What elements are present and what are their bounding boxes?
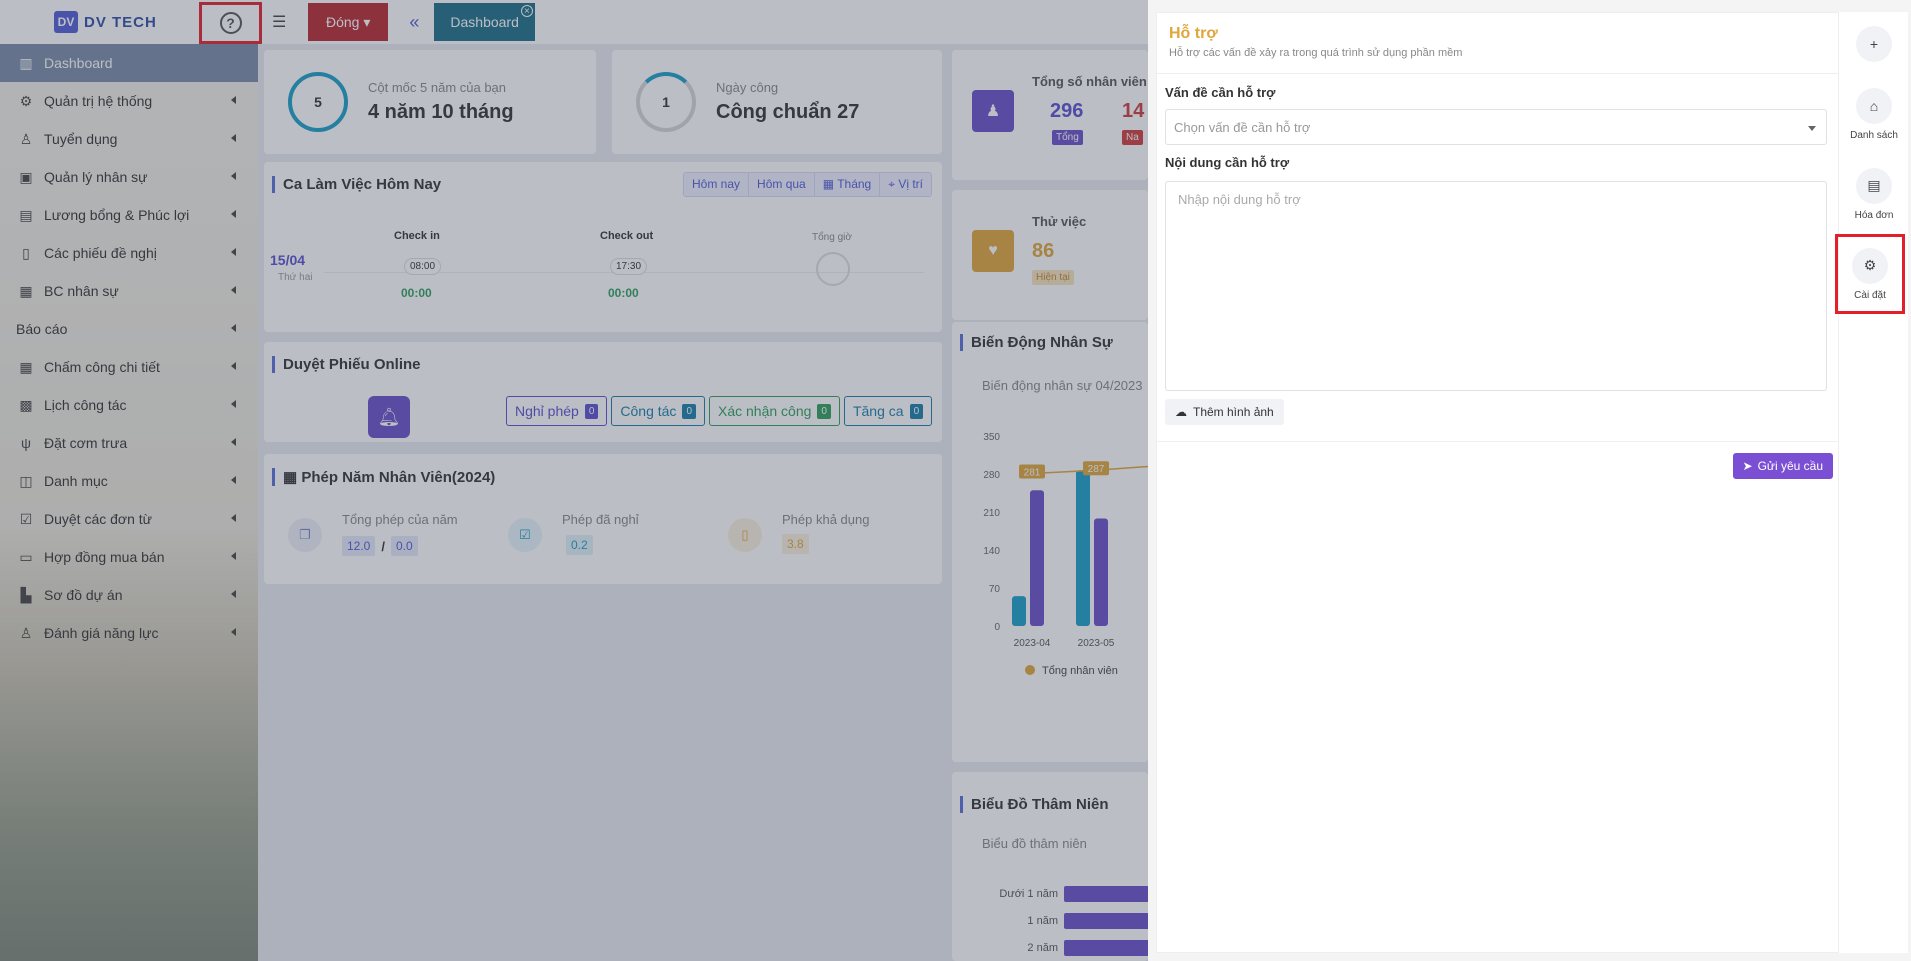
plus-icon: + — [1856, 26, 1892, 62]
issue-select[interactable]: Chọn vấn đề cần hỗ trợ — [1165, 109, 1827, 145]
support-form: Hỗ trợ Hỗ trợ các vấn đề xảy ra trong qu… — [1156, 12, 1842, 953]
content-placeholder: Nhập nội dung hỗ trợ — [1178, 192, 1301, 207]
support-title: Hỗ trợ — [1169, 25, 1218, 42]
send-request-button[interactable]: ➤ Gửi yêu cầu — [1732, 453, 1833, 479]
issue-label: Vấn đề cần hỗ trợ — [1165, 85, 1276, 100]
add-image-label: Thêm hình ảnh — [1193, 405, 1274, 419]
issue-select-placeholder: Chọn vấn đề cần hỗ trợ — [1174, 119, 1311, 135]
side-add-button[interactable]: + — [1839, 20, 1909, 74]
side-settings-label: Cài đặt — [1854, 289, 1886, 301]
add-image-button[interactable]: ☁ Thêm hình ảnh — [1165, 399, 1284, 425]
modal-backdrop[interactable] — [0, 0, 1148, 961]
paper-plane-icon: ➤ — [1742, 459, 1753, 473]
send-request-label: Gửi yêu cầu — [1757, 459, 1823, 473]
divider — [1157, 73, 1841, 74]
side-list-button[interactable]: ⌂ Danh sách — [1839, 74, 1909, 154]
side-invoice-label: Hóa đơn — [1854, 209, 1894, 221]
side-settings-button[interactable]: ⚙ Cài đặt — [1835, 234, 1905, 314]
cloud-upload-icon: ☁ — [1175, 405, 1187, 419]
content-label: Nội dung cần hỗ trợ — [1165, 155, 1290, 170]
chevron-down-icon — [1808, 126, 1816, 131]
support-panel: Hỗ trợ Hỗ trợ các vấn đề xảy ra trong qu… — [1148, 0, 1911, 961]
divider — [1157, 441, 1841, 442]
receipt-icon: ▤ — [1856, 167, 1892, 204]
side-invoice-button[interactable]: ▤ Hóa đơn — [1839, 154, 1909, 234]
side-menu: + ⌂ Danh sách ▤ Hóa đơn ⚙ Cài đặt — [1835, 12, 1909, 953]
support-subtitle: Hỗ trợ các vấn đề xảy ra trong quá trình… — [1169, 47, 1463, 59]
gear-icon: ⚙ — [1852, 247, 1888, 284]
content-textarea[interactable]: Nhập nội dung hỗ trợ — [1165, 181, 1827, 391]
home-icon: ⌂ — [1856, 87, 1892, 124]
side-list-label: Danh sách — [1850, 129, 1898, 141]
